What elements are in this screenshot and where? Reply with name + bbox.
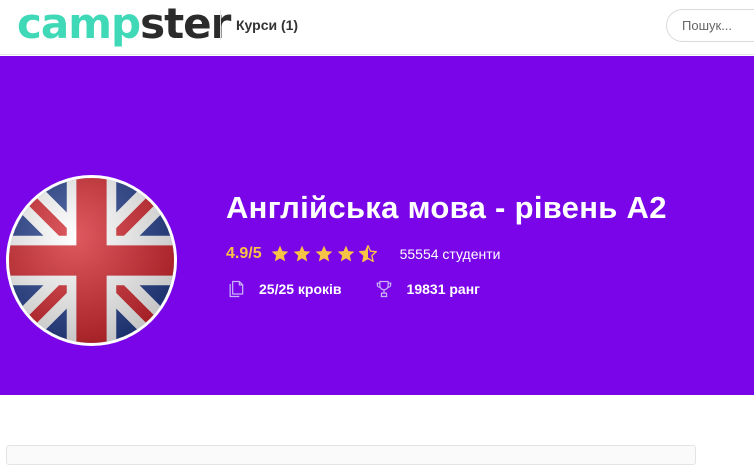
star-half-icon [358, 245, 377, 263]
search-input[interactable] [667, 10, 754, 41]
content-card [6, 445, 696, 465]
logo-camp: camp [17, 0, 141, 48]
steps-progress: 25/25 кроків [259, 281, 342, 297]
copy-pages-icon [229, 280, 244, 298]
rating-row: 4.9/5 55554 студенти [226, 243, 500, 265]
courses-link[interactable]: Курси (1) [236, 17, 298, 33]
uk-flag-image [9, 178, 174, 343]
rank-value: 19831 ранг [406, 281, 480, 297]
search-box[interactable] [666, 9, 754, 42]
logo-ster: ster [140, 0, 231, 48]
course-title: Англійська мова - рівень А2 [226, 190, 667, 225]
course-image [6, 175, 177, 346]
star-icon [337, 245, 354, 262]
star-icon [315, 245, 332, 262]
rating-stars [270, 244, 378, 264]
top-navigation-bar: camp ster Курси (1) [0, 0, 754, 55]
trophy-icon [376, 280, 391, 298]
course-hero-banner: Англійська мова - рівень А2 4.9/5 55554 … [0, 56, 754, 395]
rating-value: 4.9/5 [226, 245, 262, 262]
campster-logo[interactable]: camp ster [17, 0, 231, 50]
students-count: 55554 студенти [399, 246, 501, 262]
header-divider [220, 10, 221, 40]
star-icon [293, 245, 310, 262]
course-meta-row: 25/25 кроків 19831 ранг [226, 278, 480, 300]
star-icon [271, 245, 288, 262]
